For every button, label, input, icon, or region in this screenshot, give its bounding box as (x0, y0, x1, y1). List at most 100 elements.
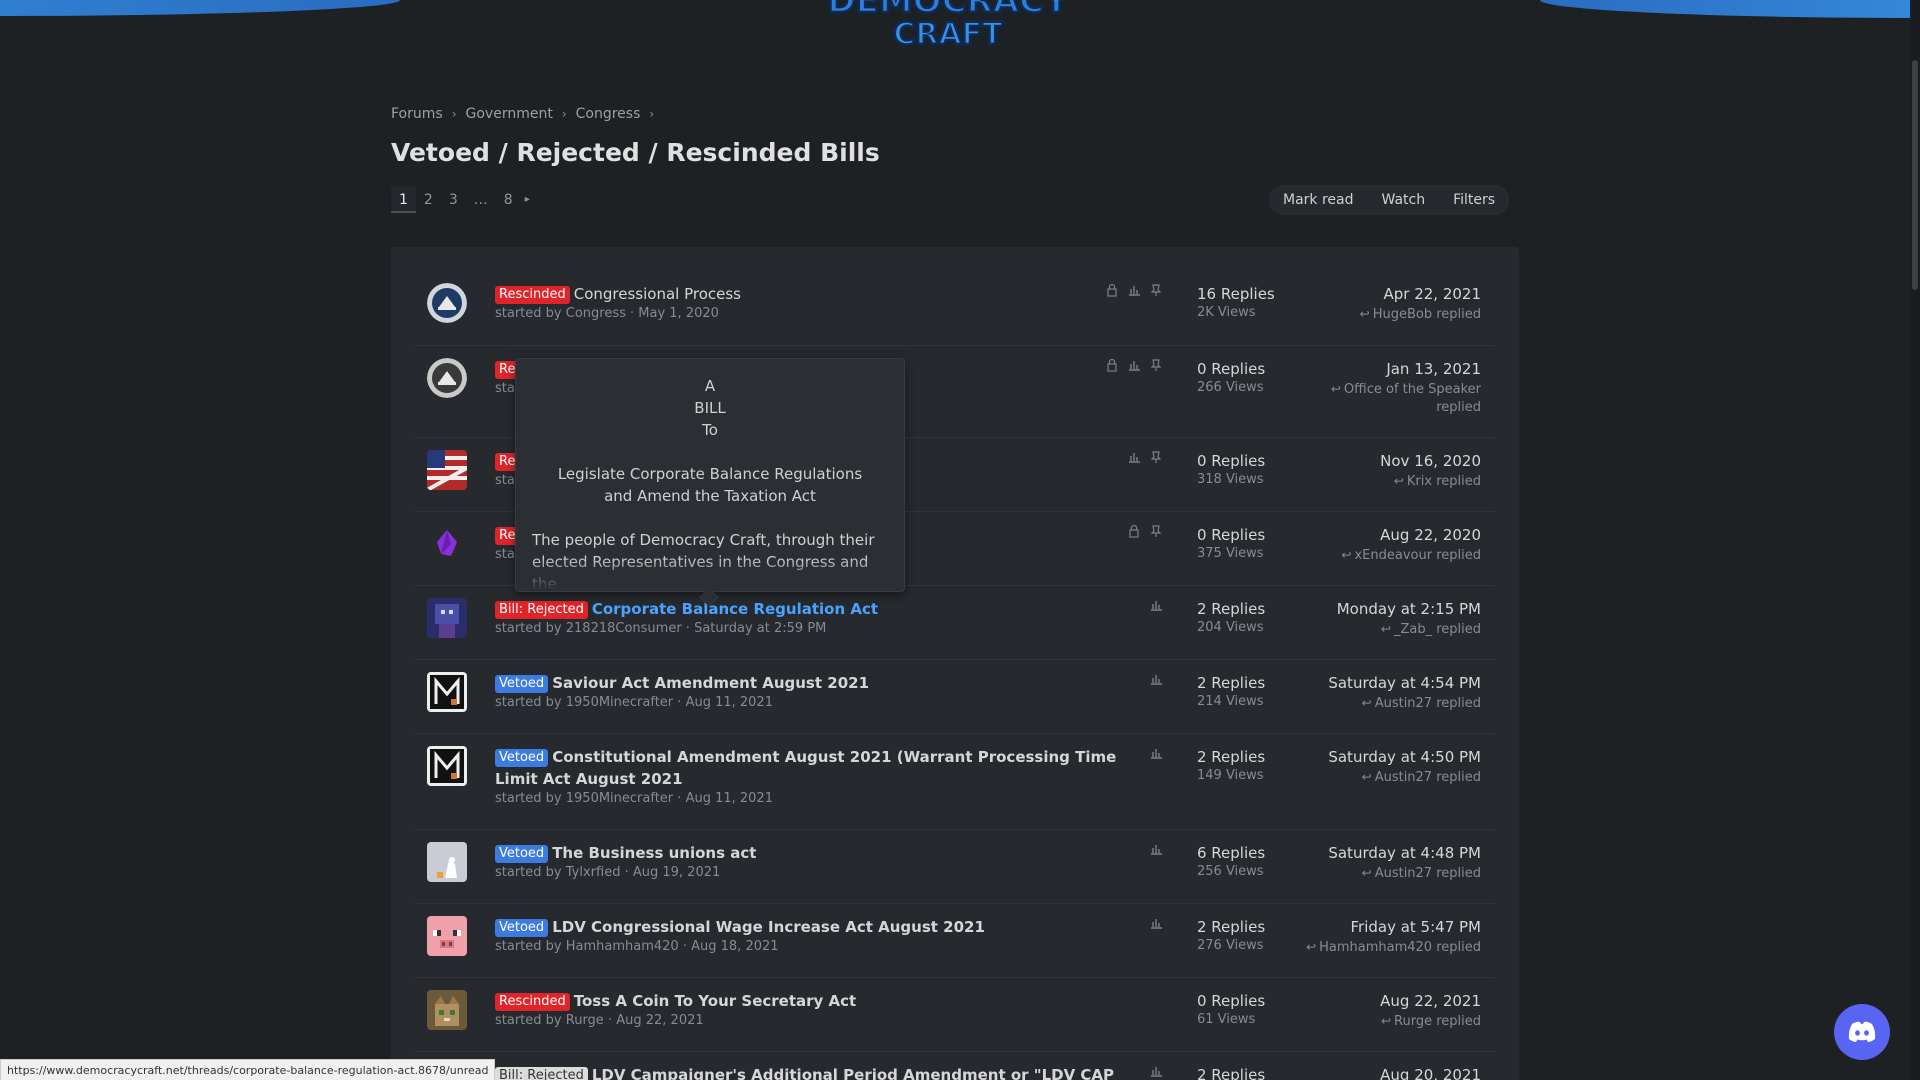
thread-title[interactable]: LDV Campaigner's Additional Period Amend… (592, 1066, 1114, 1080)
thread-row[interactable]: Bill: Rejected LDV Campaigner's Additiona… (415, 1052, 1495, 1080)
thread-starter[interactable]: Rurge (566, 1013, 604, 1028)
started-by-text: started by (495, 1013, 562, 1028)
avatar[interactable] (427, 283, 467, 323)
thread-status-icons (1149, 672, 1163, 686)
poll-icon (1129, 286, 1140, 296)
thread-status-icons (1127, 524, 1163, 538)
thread-title[interactable]: LDV Congressional Wage Increase Act Augu… (552, 918, 985, 936)
thread-date[interactable]: Aug 22, 2021 (616, 1013, 703, 1028)
breadcrumb-government[interactable]: Government (466, 106, 553, 122)
thread-row[interactable]: Vetoed The Business unions act started by… (415, 830, 1495, 904)
thread-row[interactable]: Vetoed Saviour Act Amendment August 2021 … (415, 660, 1495, 734)
last-post-date[interactable]: Saturday at 4:50 PM (1241, 746, 1481, 768)
thread-date[interactable]: Saturday at 2:59 PM (694, 621, 826, 636)
thread-row[interactable]: Bill: Rejected Corporate Balance Regulati… (415, 586, 1495, 660)
page-ellipsis[interactable]: … (466, 187, 496, 213)
discord-button[interactable] (1834, 1004, 1890, 1060)
thread-title[interactable]: The Business unions act (552, 844, 756, 862)
mark-read-button[interactable]: Mark read (1269, 185, 1368, 215)
thread-starter[interactable]: 1950Minecrafter (566, 695, 673, 710)
chevron-right-icon: › (451, 107, 457, 121)
last-post-date[interactable]: Nov 16, 2020 (1241, 450, 1481, 472)
avatar[interactable] (427, 672, 467, 712)
page-scrollbar[interactable] (1910, 0, 1920, 1080)
thread-starter[interactable]: Hamhamham420 (566, 939, 679, 954)
status-badge[interactable]: Rescinded (495, 286, 570, 304)
thread-date[interactable]: Aug 11, 2021 (686, 791, 773, 806)
thread-title[interactable]: Constitutional Amendment August 2021 (Wa… (495, 748, 1116, 788)
avatar[interactable] (427, 450, 467, 490)
thread-starter[interactable]: 218218Consumer (566, 621, 682, 636)
reply-arrow-icon: ↩ (1306, 940, 1317, 954)
thread-starter[interactable]: Congress (566, 306, 626, 321)
status-badge[interactable]: Rescinded (495, 993, 570, 1011)
status-badge[interactable]: Bill: Rejected (495, 601, 588, 619)
last-poster[interactable]: Austin27 replied (1375, 696, 1481, 711)
avatar[interactable] (427, 598, 467, 638)
page-1[interactable]: 1 (391, 187, 416, 213)
status-badge[interactable]: Vetoed (495, 749, 549, 767)
thread-row[interactable]: Rescinded Toss A Coin To Your Secretary A… (415, 978, 1495, 1052)
status-badge[interactable]: Vetoed (495, 845, 549, 863)
last-poster[interactable]: HugeBob replied (1373, 307, 1481, 322)
pin-icon (1150, 451, 1162, 463)
thread-date[interactable]: Aug 19, 2021 (633, 865, 720, 880)
avatar[interactable] (427, 842, 467, 882)
thread-title[interactable]: Congressional Process (574, 285, 741, 303)
filters-button[interactable]: Filters (1439, 185, 1509, 215)
thread-title[interactable]: Toss A Coin To Your Secretary Act (574, 992, 856, 1010)
watch-button[interactable]: Watch (1368, 185, 1440, 215)
thread-row[interactable]: Rescinded Congressional Process started b… (415, 271, 1495, 346)
thread-title[interactable]: Saviour Act Amendment August 2021 (552, 674, 869, 692)
status-badge[interactable]: Bill: Rejected (495, 1067, 588, 1080)
breadcrumb-forums[interactable]: Forums (391, 106, 443, 122)
avatar[interactable] (427, 524, 467, 564)
scrollbar-thumb[interactable] (1912, 60, 1918, 290)
thread-date[interactable]: May 1, 2020 (638, 306, 719, 321)
last-poster[interactable]: Office of the Speaker replied (1344, 382, 1481, 415)
avatar[interactable] (427, 746, 467, 786)
last-post-date[interactable]: Saturday at 4:54 PM (1241, 672, 1481, 694)
last-poster[interactable]: _Zab_ replied (1394, 622, 1481, 637)
tooltip-line: A (704, 377, 716, 395)
page-8[interactable]: 8 (496, 187, 521, 213)
thread-starter[interactable]: Tylxrfied (566, 865, 621, 880)
last-post-date[interactable]: Aug 20, 2021 (1241, 1064, 1481, 1080)
thread-date[interactable]: Aug 11, 2021 (686, 695, 773, 710)
last-poster[interactable]: Hamhamham420 replied (1319, 940, 1481, 955)
thread-starter[interactable]: sta (495, 381, 515, 396)
avatar[interactable] (427, 916, 467, 956)
thread-row[interactable]: Vetoed LDV Congressional Wage Increase Ac… (415, 904, 1495, 978)
status-badge[interactable]: Vetoed (495, 675, 549, 693)
last-post-date[interactable]: Aug 22, 2021 (1241, 990, 1481, 1012)
last-poster[interactable]: Krix replied (1407, 474, 1481, 489)
last-post-date[interactable]: Monday at 2:15 PM (1241, 598, 1481, 620)
thread-date[interactable]: Aug 18, 2021 (691, 939, 778, 954)
next-page-icon[interactable]: ▸ (521, 187, 534, 213)
started-by-text: started by (495, 865, 562, 880)
page-3[interactable]: 3 (441, 187, 466, 213)
last-post-date[interactable]: Friday at 5:47 PM (1241, 916, 1481, 938)
banner-wave-left (0, 0, 400, 16)
status-badge[interactable]: Vetoed (495, 919, 549, 937)
last-poster[interactable]: Austin27 replied (1375, 866, 1481, 881)
poll-icon (1151, 749, 1162, 759)
avatar[interactable] (427, 358, 467, 398)
last-poster[interactable]: Rurge replied (1394, 1014, 1481, 1029)
page-2[interactable]: 2 (416, 187, 441, 213)
last-post-date[interactable]: Jan 13, 2021 (1241, 358, 1481, 380)
last-post-date[interactable]: Aug 22, 2020 (1241, 524, 1481, 546)
reply-arrow-icon: ↩ (1361, 696, 1372, 710)
breadcrumb-congress[interactable]: Congress (576, 106, 641, 122)
last-poster[interactable]: xEndeavour replied (1354, 548, 1481, 563)
thread-starter[interactable]: 1950Minecrafter (566, 791, 673, 806)
last-post-date[interactable]: Apr 22, 2021 (1241, 283, 1481, 305)
thread-title[interactable]: Corporate Balance Regulation Act (592, 600, 878, 618)
last-post-date[interactable]: Saturday at 4:48 PM (1241, 842, 1481, 864)
last-poster[interactable]: Austin27 replied (1375, 770, 1481, 785)
avatar[interactable] (427, 990, 467, 1030)
democracycraft-logo[interactable]: DEMOCRACY CRAFT (812, 0, 1084, 52)
banner-wave-right (1540, 0, 1920, 18)
lock-icon (1129, 524, 1139, 538)
thread-row[interactable]: Vetoed Constitutional Amendment August 20… (415, 734, 1495, 830)
